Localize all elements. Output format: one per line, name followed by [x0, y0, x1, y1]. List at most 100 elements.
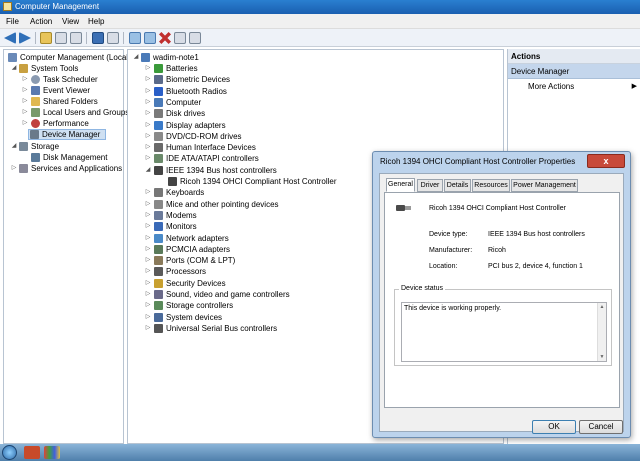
expand-arrow-icon[interactable]: ▷: [144, 312, 152, 323]
tree-item-shared-folders[interactable]: ▷ Shared Folders: [6, 96, 124, 107]
expand-arrow-icon[interactable]: ▷: [144, 108, 152, 119]
device-label: Biometric Devices: [166, 75, 231, 85]
computer-icon: [141, 53, 150, 62]
manufacturer-label: Manufacturer:: [429, 247, 473, 254]
collapse-arrow-icon[interactable]: ◢: [132, 52, 140, 63]
help-icon[interactable]: [92, 32, 104, 44]
taskbar-app-icon[interactable]: [44, 446, 60, 459]
tab-power-management[interactable]: Power Management: [511, 179, 578, 192]
device-label: System devices: [166, 312, 223, 322]
expand-arrow-icon[interactable]: ▷: [144, 221, 152, 232]
tree-item-task-scheduler[interactable]: ▷ Task Scheduler: [6, 74, 124, 85]
device-label: Security Devices: [166, 278, 226, 288]
device-tree-root[interactable]: ◢ wadim-note1: [130, 52, 430, 63]
device-category-dvd-cd-rom-drives[interactable]: ▷ DVD/CD-ROM drives: [130, 131, 490, 142]
tab-details[interactable]: Details: [444, 179, 471, 192]
expand-arrow-icon[interactable]: ▷: [144, 244, 152, 255]
expand-arrow-icon[interactable]: ▷: [144, 233, 152, 244]
menu-file[interactable]: File: [6, 17, 19, 26]
device-label: DVD/CD-ROM drives: [166, 131, 242, 141]
navigation-tree: Computer Management (Local ◢ System Tool…: [3, 49, 129, 444]
status-scrollbar[interactable]: ▲ ▼: [597, 303, 606, 361]
device-label: Monitors: [166, 222, 197, 232]
expand-arrow-icon[interactable]: ▷: [144, 300, 152, 311]
keyboard-icon: [154, 188, 163, 198]
expand-arrow-icon[interactable]: ▷: [144, 131, 152, 142]
expand-arrow-icon[interactable]: ▷: [21, 118, 29, 129]
expand-arrow-icon[interactable]: ▷: [144, 97, 152, 108]
tree-item-event-viewer[interactable]: ▷ Event Viewer: [6, 85, 124, 96]
collapse-arrow-icon[interactable]: ◢: [144, 165, 152, 176]
expand-arrow-icon[interactable]: ▷: [144, 120, 152, 131]
device-category-display-adapters[interactable]: ▷ Display adapters: [130, 120, 490, 131]
device-category-computer[interactable]: ▷ Computer: [130, 97, 490, 108]
menu-help[interactable]: Help: [88, 17, 104, 26]
tree-item-disk-management[interactable]: Disk Management: [6, 152, 124, 163]
expand-arrow-icon[interactable]: ▷: [144, 187, 152, 198]
tree-item-services-applications[interactable]: ▷ Services and Applications: [6, 163, 124, 174]
expand-arrow-icon[interactable]: ▷: [21, 85, 29, 96]
security-device-icon: [154, 278, 163, 288]
back-icon[interactable]: [4, 32, 16, 44]
window-titlebar[interactable]: Computer Management: [0, 0, 640, 14]
expand-arrow-icon[interactable]: ▷: [144, 63, 152, 74]
expand-arrow-icon[interactable]: ▷: [144, 142, 152, 153]
start-button-icon[interactable]: [2, 445, 17, 460]
tree-item-local-users[interactable]: ▷ Local Users and Groups: [6, 107, 129, 118]
expand-arrow-icon[interactable]: ▷: [144, 278, 152, 289]
device-label: Storage controllers: [166, 301, 234, 311]
expand-arrow-icon[interactable]: ▷: [144, 210, 152, 221]
tree-item-system-tools[interactable]: ◢ System Tools: [6, 63, 124, 74]
dialog-title: Ricoh 1394 OHCI Compliant Host Controlle…: [380, 157, 576, 166]
tree-root[interactable]: Computer Management (Local: [6, 52, 128, 63]
scan-hardware-icon[interactable]: [144, 32, 156, 44]
menu-view[interactable]: View: [62, 17, 79, 26]
collapse-arrow-icon[interactable]: ◢: [10, 63, 18, 74]
uninstall-icon[interactable]: [159, 32, 171, 44]
expand-arrow-icon[interactable]: ▷: [21, 107, 29, 118]
actions-header: Actions: [508, 49, 640, 64]
collapse-arrow-icon[interactable]: ◢: [10, 141, 18, 152]
taskbar-app-icon[interactable]: [24, 446, 40, 459]
show-hide-tree-icon[interactable]: [55, 32, 67, 44]
properties-icon[interactable]: [70, 32, 82, 44]
actions-section-device-manager[interactable]: Device Manager: [508, 64, 640, 79]
expand-arrow-icon[interactable]: ▷: [21, 74, 29, 85]
device-status-textbox[interactable]: This device is working properly. ▲ ▼: [401, 302, 607, 362]
close-button[interactable]: x: [587, 154, 625, 168]
more-actions-link[interactable]: More Actions: [528, 81, 574, 93]
tab-resources[interactable]: Resources: [472, 179, 510, 192]
tree-item-storage[interactable]: ◢ Storage: [6, 141, 124, 152]
tab-driver[interactable]: Driver: [417, 179, 443, 192]
expand-arrow-icon[interactable]: ▷: [144, 74, 152, 85]
forward-icon[interactable]: [19, 32, 31, 44]
tree-item-device-manager[interactable]: Device Manager: [28, 129, 106, 140]
view-icon[interactable]: [107, 32, 119, 44]
device-category-biometric-devices[interactable]: ▷ Biometric Devices: [130, 74, 490, 85]
expand-arrow-icon[interactable]: ▷: [144, 266, 152, 277]
expand-arrow-icon[interactable]: ▷: [10, 163, 18, 174]
expand-arrow-icon[interactable]: ▷: [144, 255, 152, 266]
device-category-bluetooth-radios[interactable]: ▷ Bluetooth Radios: [130, 86, 490, 97]
disable-icon[interactable]: [174, 32, 186, 44]
scroll-up-icon[interactable]: ▲: [598, 303, 606, 311]
menu-action[interactable]: Action: [30, 17, 52, 26]
expand-arrow-icon[interactable]: ▷: [21, 96, 29, 107]
enable-icon[interactable]: [189, 32, 201, 44]
device-category-batteries[interactable]: ▷ Batteries: [130, 63, 490, 74]
ok-button[interactable]: OK: [532, 420, 576, 434]
display-adapter-icon: [154, 120, 163, 130]
expand-arrow-icon[interactable]: ▷: [144, 153, 152, 164]
device-category-disk-drives[interactable]: ▷ Disk drives: [130, 108, 490, 119]
expand-arrow-icon[interactable]: ▷: [144, 289, 152, 300]
location-value: PCI bus 2, device 4, function 1: [488, 263, 583, 270]
expand-arrow-icon[interactable]: ▷: [144, 199, 152, 210]
cancel-button[interactable]: Cancel: [579, 420, 623, 434]
scroll-down-icon[interactable]: ▼: [598, 353, 606, 361]
tab-general[interactable]: General: [386, 178, 415, 192]
update-driver-icon[interactable]: [129, 32, 141, 44]
expand-arrow-icon[interactable]: ▷: [144, 86, 152, 97]
up-folder-icon[interactable]: [40, 32, 52, 44]
tree-item-performance[interactable]: ▷ Performance: [6, 118, 124, 129]
expand-arrow-icon[interactable]: ▷: [144, 323, 152, 334]
